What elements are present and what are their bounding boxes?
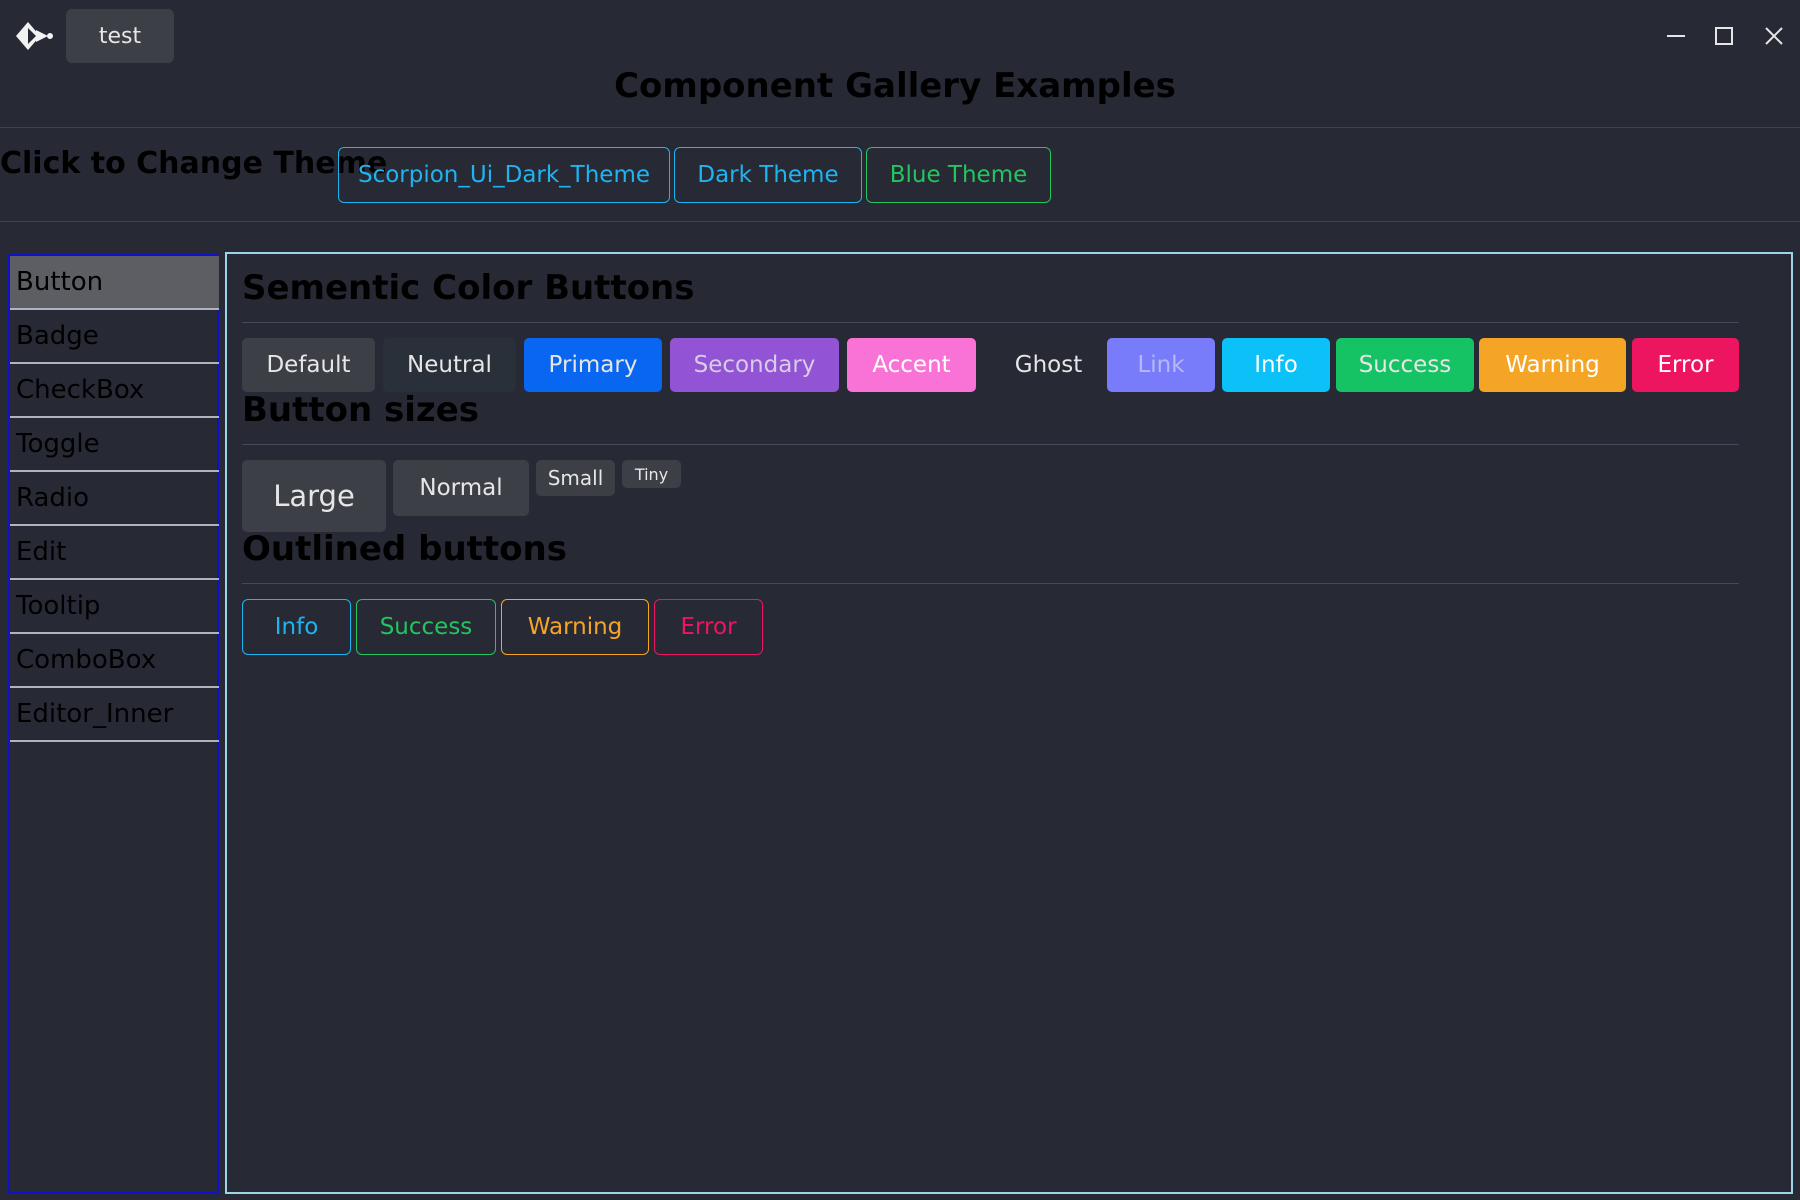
section-divider [242,583,1739,584]
sidebar-item-radio[interactable]: Radio [10,472,219,526]
theme-button-dark[interactable]: Dark Theme [674,147,862,203]
window-title: Component Gallery Examples [614,66,1176,106]
minimize-button[interactable] [1658,18,1694,54]
outline-button-info[interactable]: Info [242,599,351,655]
outline-button-warning[interactable]: Warning [501,599,649,655]
sidebar-item-badge[interactable]: Badge [10,310,219,364]
section-divider [242,444,1739,445]
button-info[interactable]: Info [1222,338,1330,392]
button-tiny[interactable]: Tiny [622,460,681,488]
title-bar: test Component Gallery Examples [0,0,1800,128]
section-divider [242,322,1739,323]
sidebar-item-toggle[interactable]: Toggle [10,418,219,472]
maximize-icon [1715,27,1733,45]
close-icon [1765,27,1783,45]
button-link[interactable]: Link [1107,338,1215,392]
button-ghost[interactable]: Ghost [984,338,1113,392]
sidebar-item-button[interactable]: Button [10,256,219,310]
button-success[interactable]: Success [1336,338,1474,392]
minimize-icon [1667,35,1685,37]
button-error[interactable]: Error [1632,338,1739,392]
button-neutral[interactable]: Neutral [383,338,516,392]
outline-button-success[interactable]: Success [356,599,496,655]
maximize-button[interactable] [1706,18,1742,54]
button-accent[interactable]: Accent [847,338,976,392]
outline-button-error[interactable]: Error [654,599,763,655]
button-secondary[interactable]: Secondary [670,338,839,392]
sidebar-item-editor-inner[interactable]: Editor_Inner [10,688,219,742]
theme-bar: Click to Change Theme Scorpion_Ui_Dark_T… [0,128,1800,222]
button-normal[interactable]: Normal [393,460,529,516]
theme-button-scorpion[interactable]: Scorpion_Ui_Dark_Theme [338,147,670,203]
content-panel: Sementic Color Buttons Default Neutral P… [225,252,1793,1194]
button-small[interactable]: Small [536,460,615,496]
close-button[interactable] [1756,18,1792,54]
section-title-sizes: Button sizes [242,390,480,430]
button-primary[interactable]: Primary [524,338,662,392]
sidebar-item-edit[interactable]: Edit [10,526,219,580]
button-large[interactable]: Large [242,460,386,532]
sidebar-item-combobox[interactable]: ComboBox [10,634,219,688]
tab-test[interactable]: test [66,9,174,63]
section-title-semantic: Sementic Color Buttons [242,268,695,308]
section-title-outlined: Outlined buttons [242,529,567,569]
sidebar: Button Badge CheckBox Toggle Radio Edit … [8,254,219,1194]
theme-button-blue[interactable]: Blue Theme [866,147,1051,203]
button-warning[interactable]: Warning [1479,338,1626,392]
button-default[interactable]: Default [242,338,375,392]
sidebar-item-tooltip[interactable]: Tooltip [10,580,219,634]
theme-label: Click to Change Theme [0,146,388,181]
app-logo-icon [16,22,53,50]
sidebar-item-checkbox[interactable]: CheckBox [10,364,219,418]
